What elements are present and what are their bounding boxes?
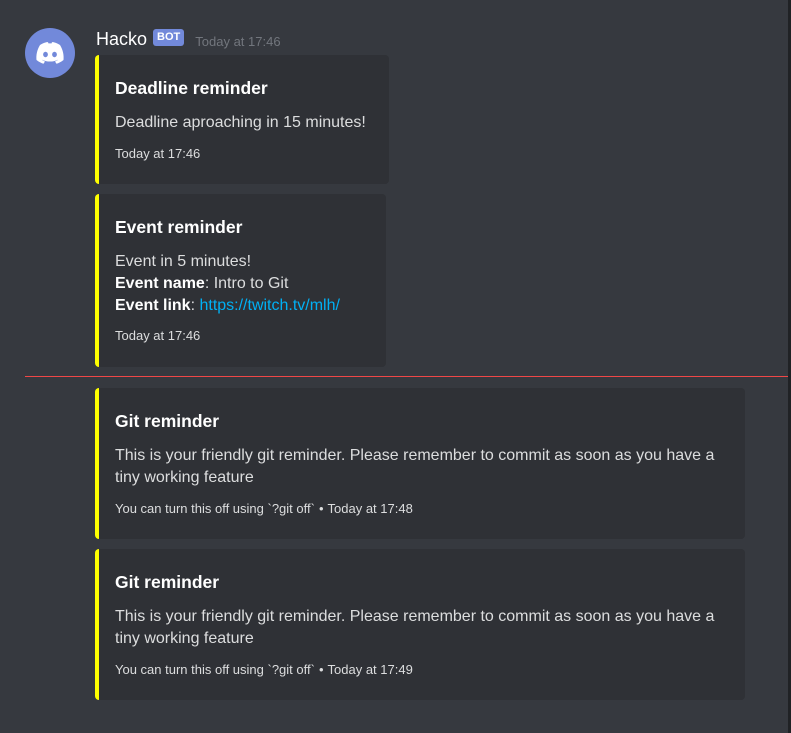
embed-title: Git reminder — [115, 572, 220, 592]
avatar[interactable] — [25, 28, 75, 78]
bot-badge: BOT — [153, 28, 185, 46]
event-link[interactable]: https://twitch.tv/mlh/ — [199, 297, 339, 314]
footer-separator: • — [318, 501, 324, 516]
embed-description: Event in 5 minutes! Event name: Intro to… — [115, 251, 340, 317]
new-messages-divider — [25, 376, 788, 377]
event-link-line: Event link: https://twitch.tv/mlh/ — [115, 295, 340, 317]
footer-text: You can turn this off using `?git off` — [115, 501, 315, 516]
embed-description: This is your friendly git reminder. Plea… — [115, 608, 715, 647]
event-link-label: Event link — [115, 297, 191, 314]
embed-git-reminder: Git reminder This is your friendly git r… — [95, 388, 745, 539]
footer-text: You can turn this off using `?git off` — [115, 662, 315, 677]
embed-description: This is your friendly git reminder. Plea… — [115, 447, 715, 486]
embed-footer: Today at 17:46 — [115, 146, 201, 161]
embed-deadline-reminder: Deadline reminder Deadline aproaching in… — [95, 55, 389, 184]
event-name-line: Event name: Intro to Git — [115, 273, 340, 295]
event-name-label: Event name — [115, 275, 205, 292]
discord-logo-icon — [36, 42, 64, 64]
message-timestamp[interactable]: Today at 17:46 — [195, 34, 280, 49]
event-countdown: Event in 5 minutes! — [115, 253, 252, 270]
event-name-value: : Intro to Git — [204, 275, 289, 292]
embed-title: Event reminder — [115, 217, 243, 237]
embed-event-reminder: Event reminder Event in 5 minutes! Event… — [95, 194, 386, 367]
username[interactable]: Hacko — [96, 29, 147, 50]
footer-separator: • — [318, 662, 324, 677]
embed-git-reminder: Git reminder This is your friendly git r… — [95, 549, 745, 700]
embed-footer: You can turn this off using `?git off` • T… — [115, 662, 413, 677]
embed-footer: Today at 17:46 — [115, 328, 201, 343]
embed-title: Deadline reminder — [115, 78, 268, 98]
embed-description: Deadline aproaching in 15 minutes! — [115, 114, 366, 131]
message-header: Hacko BOT Today at 17:46 — [96, 28, 281, 50]
embed-footer: You can turn this off using `?git off` • T… — [115, 501, 413, 516]
footer-timestamp: Today at 17:49 — [327, 662, 413, 677]
embed-title: Git reminder — [115, 411, 220, 431]
footer-timestamp: Today at 17:48 — [327, 501, 413, 516]
